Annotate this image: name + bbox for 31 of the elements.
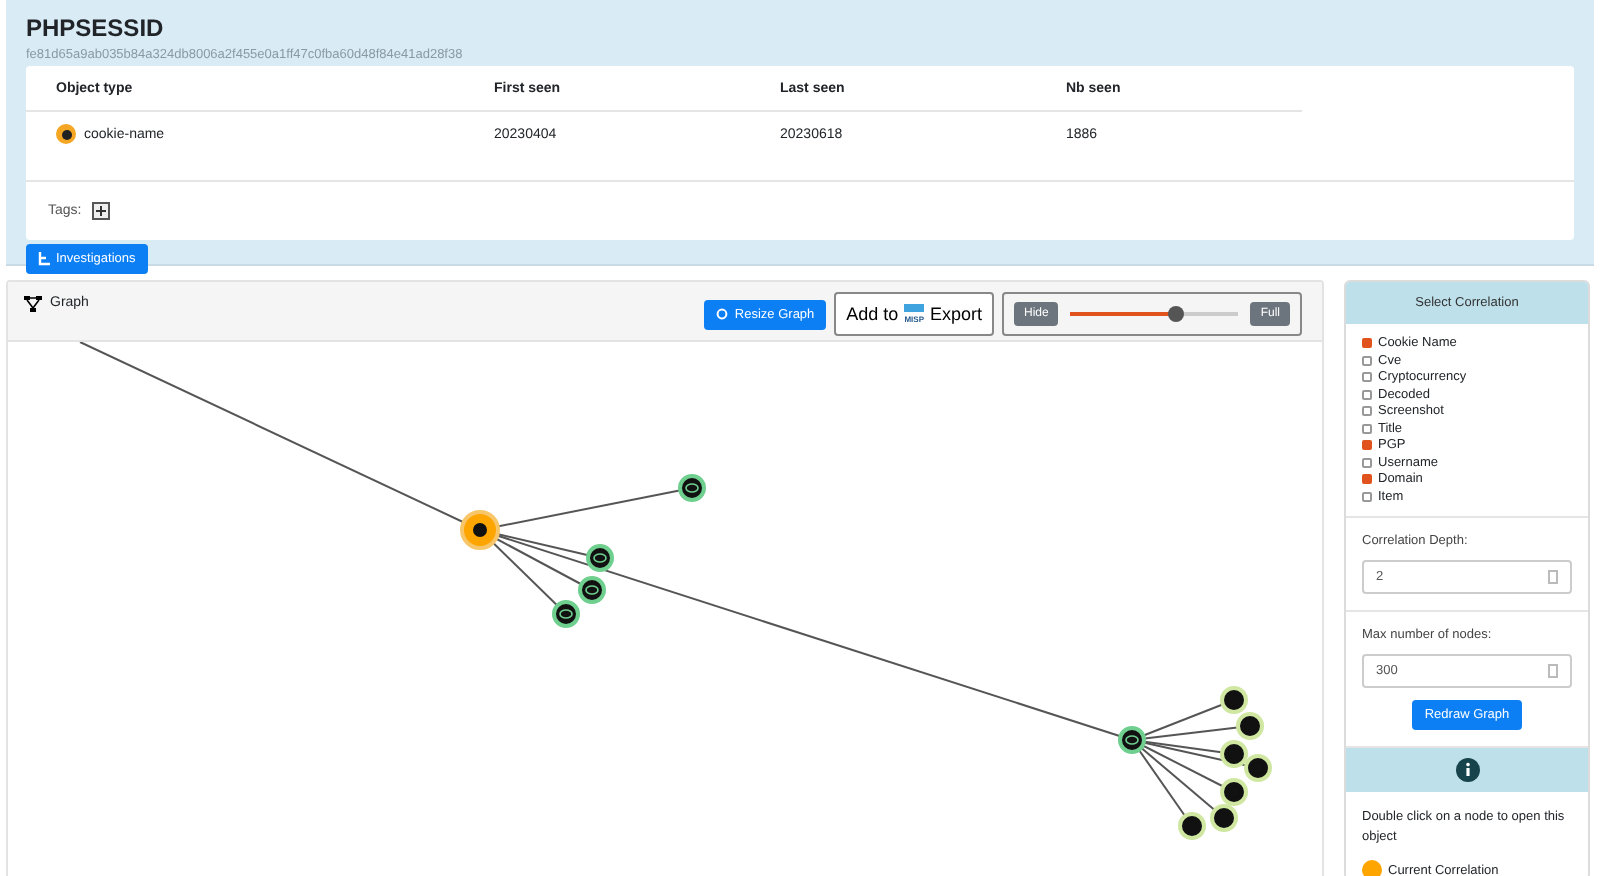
checkbox[interactable] [1362, 355, 1372, 365]
checkbox[interactable] [1362, 389, 1372, 399]
cookie-node[interactable] [1178, 812, 1206, 840]
checkbox[interactable] [1362, 372, 1372, 382]
checkbox[interactable] [1362, 491, 1372, 501]
spinner-icon [1548, 663, 1558, 677]
cookie-node[interactable] [1210, 804, 1238, 832]
cookie-node[interactable] [1220, 778, 1248, 806]
cookie-node[interactable] [1220, 740, 1248, 768]
info-icon [1455, 757, 1479, 781]
object-title: PHPSESSID [26, 14, 166, 42]
eye-node[interactable] [578, 576, 606, 604]
checkbox[interactable] [1362, 406, 1372, 416]
checkbox[interactable] [1362, 440, 1372, 450]
current-node[interactable] [460, 510, 500, 550]
add-tag-icon[interactable] [91, 202, 110, 220]
eye-node[interactable] [678, 474, 706, 502]
cookie-node[interactable] [1244, 754, 1272, 782]
eye-node[interactable] [586, 544, 614, 572]
cookie-node[interactable] [1220, 686, 1248, 714]
cookie-node[interactable] [1236, 712, 1264, 740]
checkbox[interactable] [1362, 457, 1372, 467]
checkbox[interactable] [1362, 474, 1372, 484]
eye-node[interactable] [1118, 726, 1146, 754]
slider-thumb[interactable] [1168, 306, 1185, 322]
network-icon [24, 296, 42, 312]
spinner-icon [1548, 569, 1558, 583]
cookie-icon [56, 124, 76, 144]
checkbox[interactable] [1362, 423, 1372, 433]
eye-node[interactable] [552, 600, 580, 628]
checkbox[interactable] [1362, 338, 1372, 348]
